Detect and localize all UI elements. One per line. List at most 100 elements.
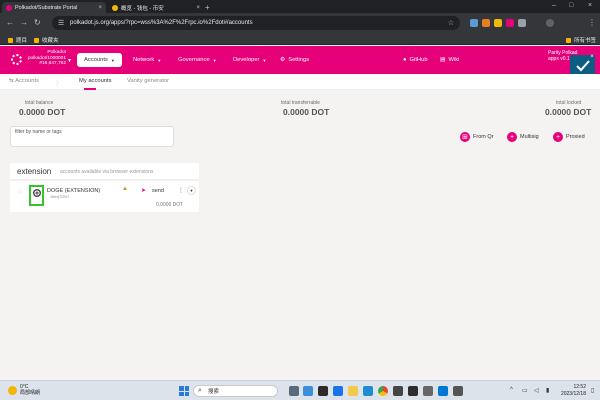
new-tab-icon[interactable]: + [205, 3, 210, 12]
taskbar-search[interactable]: ⌕ 搜索 [193, 385, 278, 397]
nav-network[interactable]: Network ▼ [133, 53, 161, 67]
chevron-down-icon: ▼ [262, 57, 267, 63]
minimize-icon[interactable]: – [552, 2, 556, 9]
account-identicon[interactable] [29, 185, 44, 206]
network-icon[interactable]: ▭ [522, 387, 528, 394]
multisig-button[interactable]: + Multisig [507, 132, 539, 142]
bookmark-star-icon[interactable]: ☆ [448, 19, 454, 27]
extension-subtitle: accounts available via browser extension… [60, 169, 154, 175]
folder-icon [566, 37, 571, 43]
volume-icon[interactable]: ◁ [534, 387, 539, 394]
browser-tab-polkadot[interactable]: Polkadot/Substrate Portal × [2, 2, 106, 13]
clock-date: 2023/12/18 [560, 391, 586, 397]
windows-start-icon[interactable] [179, 386, 189, 396]
chain-selector[interactable]: Polkadot polkadot/1000001 #18,647,782 [26, 50, 66, 67]
folder-icon [34, 37, 39, 43]
send-button[interactable]: send [152, 188, 164, 194]
tray-chevron-up-icon[interactable]: ^ [510, 387, 513, 393]
folder-icon [8, 37, 13, 43]
favorite-star-icon[interactable]: ☆ [17, 188, 23, 196]
close-icon[interactable]: × [588, 53, 596, 61]
chevron-down-icon[interactable]: ▼ [67, 58, 72, 64]
telegram-icon[interactable] [303, 386, 313, 396]
close-window-icon[interactable]: × [588, 2, 592, 9]
nav-wiki[interactable]: ▤ Wiki [440, 53, 459, 67]
filter-input[interactable]: filter by name or tags [10, 126, 174, 147]
bookmark-item[interactable]: 收藏夹 [34, 36, 59, 44]
nav-label: Governance [178, 57, 210, 63]
forward-icon[interactable]: → [20, 18, 28, 27]
extension-icon[interactable] [470, 19, 478, 27]
tab-vanity-generator[interactable]: Vanity generator [127, 78, 169, 84]
task-view-icon[interactable] [289, 386, 299, 396]
close-tab-icon[interactable]: × [196, 5, 200, 11]
accounts-breadcrumb[interactable]: ⇆ Accounts [9, 78, 39, 84]
from-qr-button[interactable]: ⊞ From Qr [460, 132, 493, 142]
browser-tab-strip: Polkadot/Substrate Portal × 概览 - 钱包 - 币安… [0, 0, 600, 13]
nav-label: Settings [288, 57, 310, 63]
sun-icon [8, 386, 17, 395]
binance-wallet-icon[interactable] [494, 19, 502, 27]
account-balance: 0.0000 DOT [156, 202, 184, 208]
more-options-icon[interactable]: ⋮ [178, 187, 184, 194]
total-balance-label: total balance [25, 100, 54, 106]
nav-settings[interactable]: ⚙ Settings [280, 53, 309, 67]
search-icon: ⌕ [198, 387, 202, 394]
polkadot-logo-icon[interactable] [11, 54, 22, 65]
back-icon[interactable]: ← [6, 18, 14, 27]
battery-icon[interactable]: ▮ [546, 387, 549, 394]
weather-desc: 局部晴朗 [20, 390, 41, 396]
extension-title: extension [17, 167, 52, 176]
plus-icon: + [553, 132, 563, 142]
more-menu-icon[interactable]: ⋮ [588, 18, 596, 27]
terminal-icon[interactable] [318, 386, 328, 396]
send-icon[interactable]: ➤ [141, 187, 146, 194]
app-icon[interactable] [438, 386, 448, 396]
transferrable-label: total transferrable [281, 100, 320, 106]
edge-icon[interactable] [363, 386, 373, 396]
tab-title: 概览 - 钱包 - 币安 [121, 5, 164, 12]
address-bar[interactable]: ☰ polkadot.js.org/apps/?rpc=wss%3A%2F%2F… [52, 16, 460, 30]
maximize-icon[interactable]: □ [569, 2, 573, 9]
app-icon[interactable] [453, 386, 463, 396]
profile-icon[interactable] [546, 19, 554, 27]
close-tab-icon[interactable]: × [98, 5, 102, 11]
site-info-icon[interactable]: ☰ [58, 19, 64, 27]
locked-value: 0.0000 DOT [545, 107, 592, 117]
notification-icon[interactable]: ▯ [591, 387, 594, 394]
warning-icon: ▲ [122, 186, 128, 192]
browser-tab-binance[interactable]: 概览 - 钱包 - 币安 × [108, 2, 204, 13]
chevron-down-icon[interactable]: ▼ [187, 186, 196, 195]
file-explorer-icon[interactable] [348, 386, 358, 396]
weather-widget[interactable]: 0°C 局部晴朗 [8, 384, 40, 396]
nav-accounts[interactable]: Accounts ▼ [77, 53, 122, 67]
proxied-button[interactable]: + Proxied [553, 132, 585, 142]
chrome-icon[interactable] [378, 386, 388, 396]
nav-label: Network [133, 57, 155, 63]
puzzle-icon[interactable] [518, 19, 526, 27]
nav-governance[interactable]: Governance ▼ [178, 53, 217, 67]
gear-icon: ⚙ [280, 57, 286, 63]
app-icon[interactable] [423, 386, 433, 396]
system-clock[interactable]: 12:52 2023/12/18 [558, 384, 586, 398]
metamask-icon[interactable] [482, 19, 490, 27]
app-icon[interactable] [333, 386, 343, 396]
polkadot-extension-icon[interactable] [506, 19, 514, 27]
chevron-down-icon: ▼ [212, 57, 217, 63]
app-icon[interactable] [408, 386, 418, 396]
bookmark-item[interactable]: 题目 [8, 36, 27, 44]
tab-my-accounts[interactable]: My accounts [79, 78, 112, 84]
nav-label: GitHub [409, 57, 428, 63]
account-name[interactable]: DOGE (EXTENSION) [47, 188, 100, 194]
section-label: Accounts [15, 78, 40, 84]
action-label: Multisig [520, 134, 539, 140]
nav-developer[interactable]: Developer ▼ [233, 53, 266, 67]
nav-github[interactable]: ● GitHub [403, 53, 428, 67]
bookmark-label: 题目 [16, 38, 28, 44]
browser-toolbar: ← → ↻ ☰ polkadot.js.org/apps/?rpc=wss%3A… [0, 13, 600, 33]
reload-icon[interactable]: ↻ [34, 18, 41, 27]
all-bookmarks[interactable]: 所有书签 [566, 36, 596, 44]
app-icon[interactable] [393, 386, 403, 396]
locked-label: total locked [556, 100, 582, 106]
qr-icon: ⊞ [460, 132, 470, 142]
